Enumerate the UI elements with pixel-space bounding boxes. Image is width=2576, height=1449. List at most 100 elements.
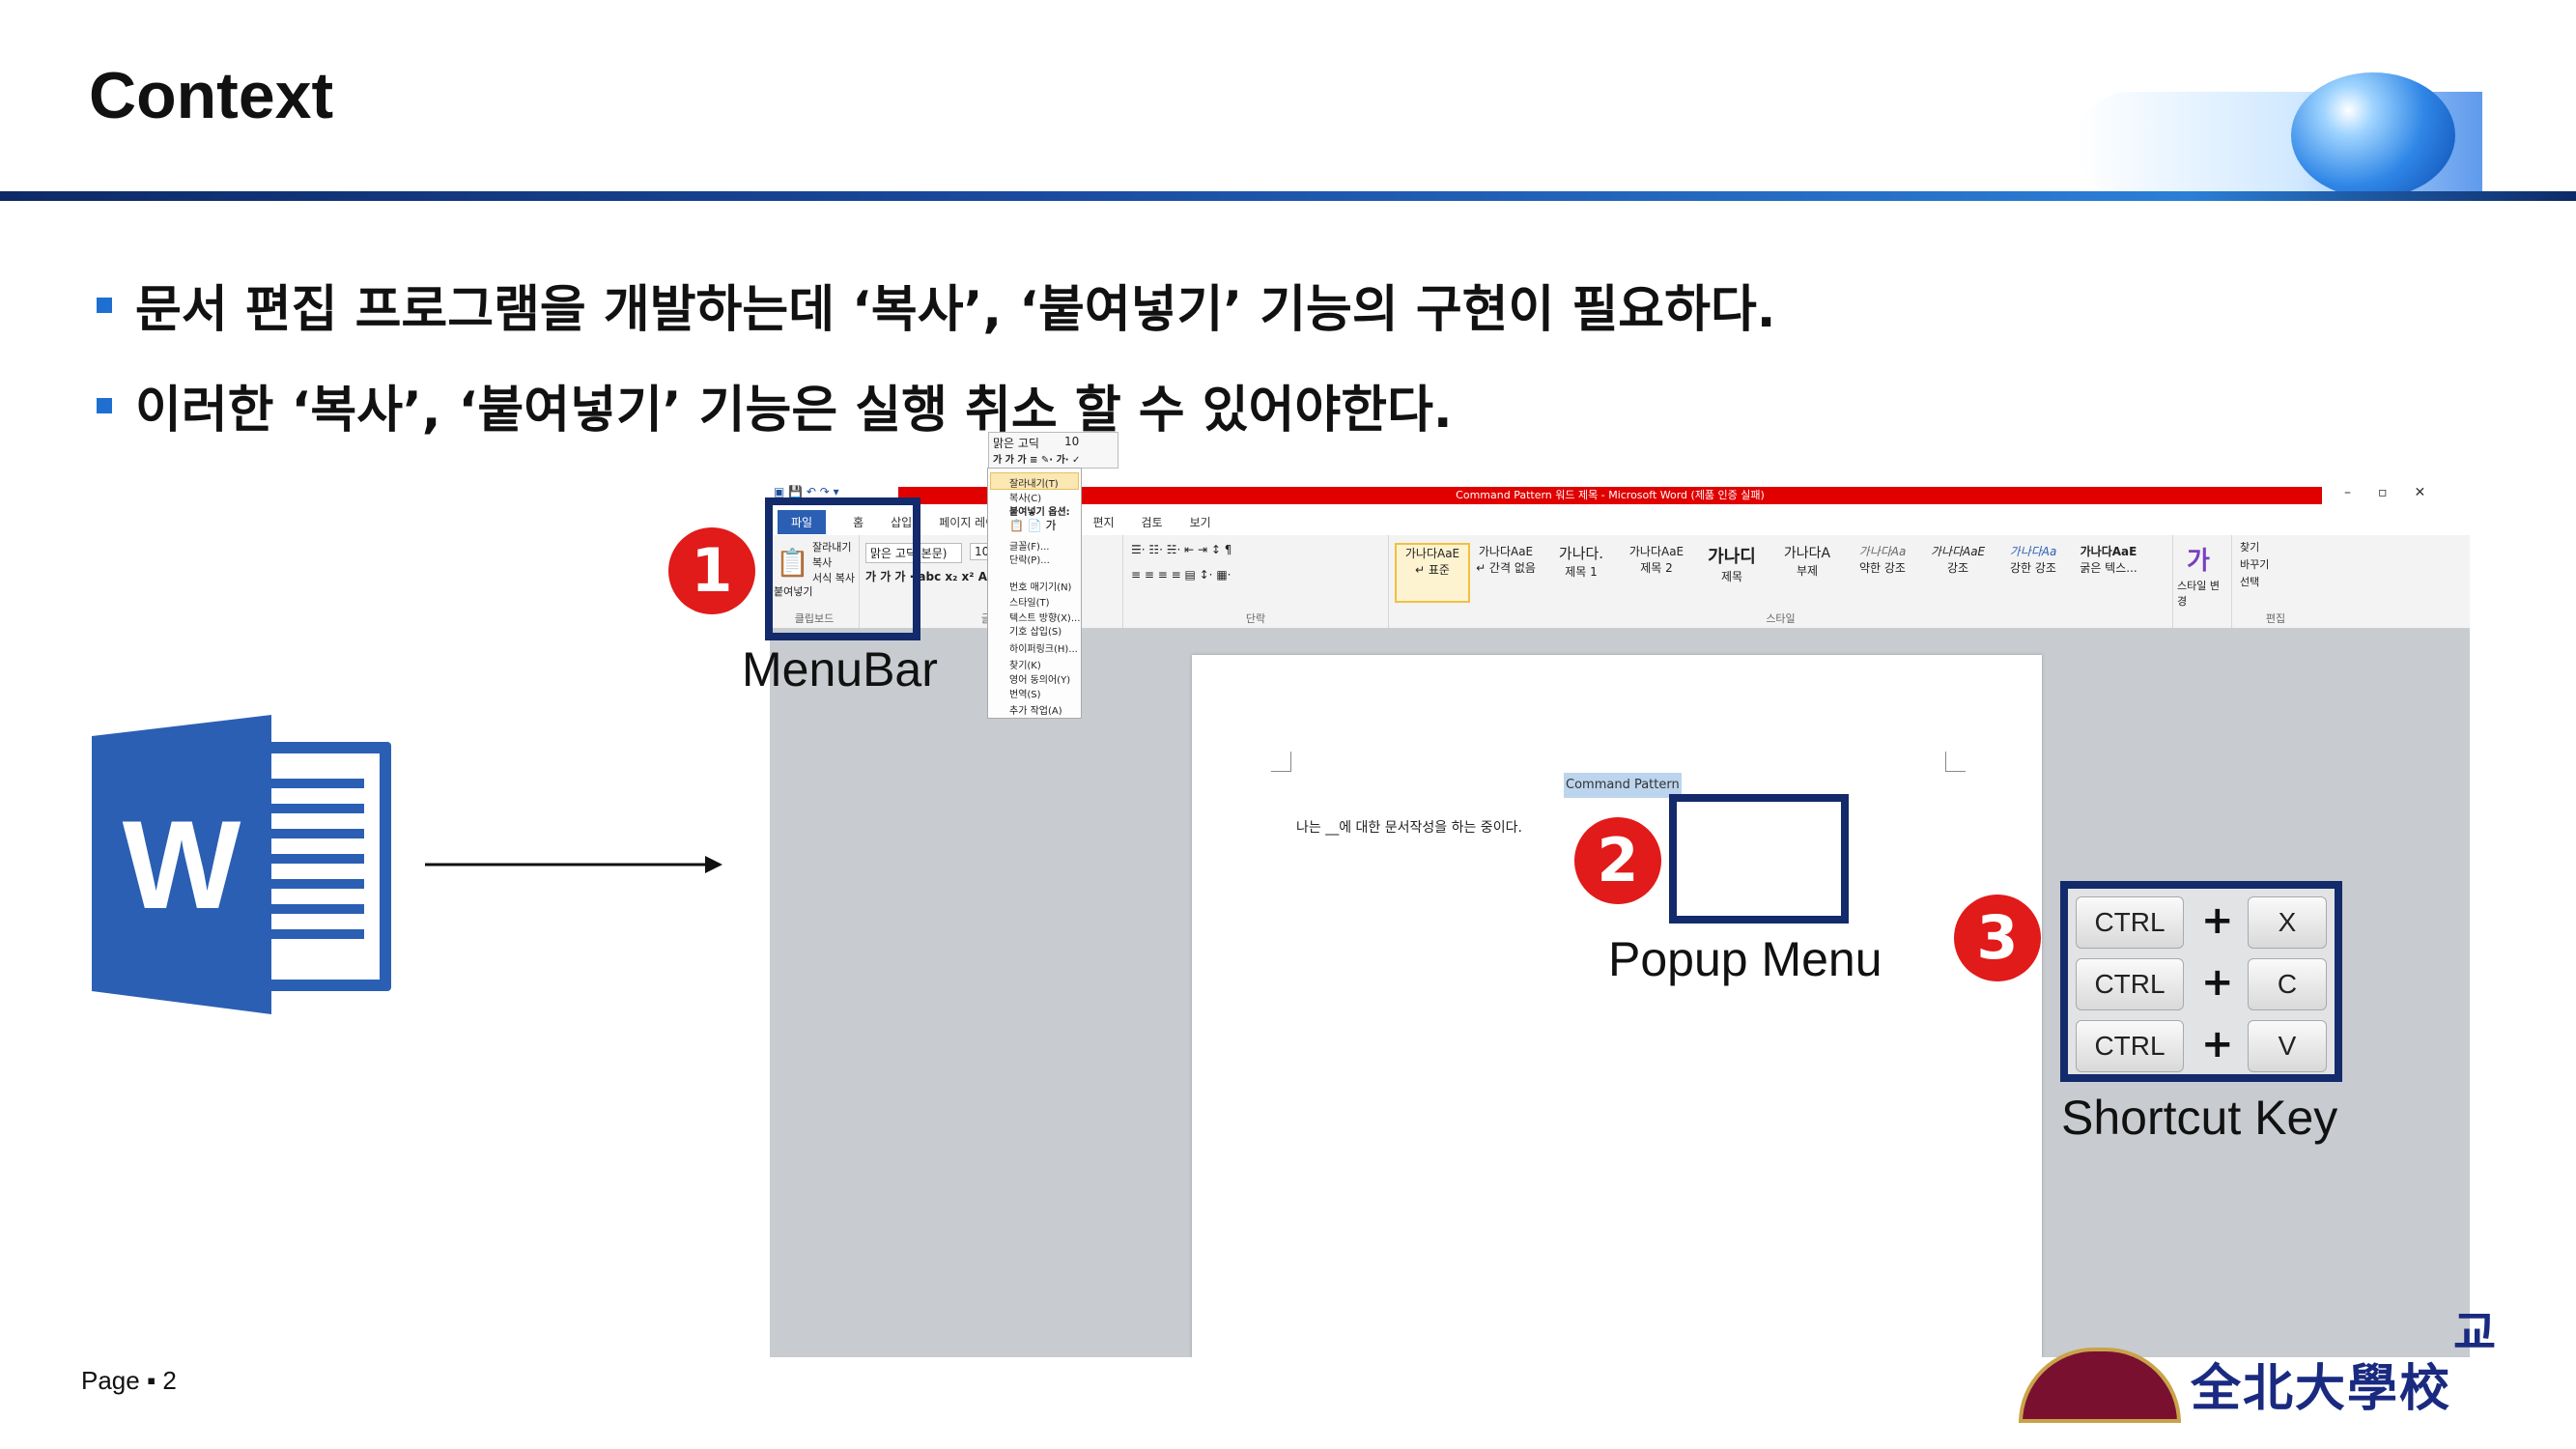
menu-item-paste-options: 붙여넣기 옵션: — [1009, 507, 1070, 518]
style-name: ↵ 간격 없음 — [1476, 561, 1536, 575]
margin-corner — [1945, 752, 1966, 772]
style-sample: 가나다A — [1783, 546, 1831, 561]
callout-label: Popup Menu — [1608, 932, 1882, 986]
arrow-icon — [425, 856, 722, 873]
style-normal[interactable]: 가나다AaE ↵ 표준 — [1395, 543, 1470, 603]
menu-item-font[interactable]: 글꼴(F)... — [1009, 538, 1050, 553]
style-sample: 가나다AaE — [1628, 545, 1684, 558]
bullet-item: 문서 편집 프로그램을 개발하는데 ‘복사’, ‘붙여넣기’ 기능의 구현이 필… — [97, 269, 1776, 341]
highlight-menubar — [765, 497, 920, 640]
editing-group: 찾기 바꾸기 선택 편집 — [2232, 535, 2319, 628]
style-heading-1[interactable]: 가나다. 제목 1 — [1545, 543, 1617, 599]
callout-label: Shortcut Key — [2061, 1091, 2338, 1145]
tab-view[interactable]: 보기 — [1190, 514, 1211, 530]
paragraph-group: ☰· ☷· ☵· ⇤ ⇥ ↕ ¶ ≡ ≡ ≡ ≡ ▤ ↕· ▦· 단락 — [1123, 535, 1389, 628]
menu-item-more-actions[interactable]: 추가 작업(A) — [1009, 702, 1062, 717]
style-intense-emphasis[interactable]: 가나다Aa 강한 강조 — [1997, 543, 2069, 599]
callout-number: 3 — [1954, 895, 2041, 981]
style-sample: 가나다AaE — [1478, 545, 1534, 558]
style-name: 제목 1 — [1565, 565, 1598, 579]
styles-group-label: 스타일 — [1766, 612, 1796, 625]
word-logo-icon: W — [92, 715, 391, 1014]
style-name: 강조 — [1946, 561, 1969, 575]
change-styles-button[interactable]: 스타일 변경 — [2177, 578, 2225, 609]
document-page[interactable]: Command Pattern 나는 __에 대한 문서작성을 하는 중이다. — [1192, 655, 2042, 1357]
find-button[interactable]: 찾기 — [2240, 539, 2259, 554]
university-name-partial: 교 — [2453, 1306, 2497, 1360]
style-title[interactable]: 가나디제목 — [1696, 543, 1768, 599]
university-name: 全北大學校 — [2191, 1359, 2452, 1418]
select-button[interactable]: 선택 — [2240, 574, 2259, 589]
paste-option-icons[interactable]: 📋 📄 가 — [1009, 517, 1057, 533]
mini-font-name[interactable]: 맑은 고딕 — [993, 435, 1039, 451]
university-seal-logo — [2019, 1348, 2181, 1423]
style-no-spacing[interactable]: 가나다AaE ↵ 간격 없음 — [1470, 543, 1542, 599]
bullet-text: 이러한 ‘복사’, ‘붙여넣기’ 기능은 실행 취소 할 수 있어야한다. — [135, 382, 1453, 440]
callout-number: 1 — [668, 527, 755, 614]
bullet-marker — [97, 397, 112, 413]
style-subtle-emphasis[interactable]: 가나다Aa 약한 강조 — [1847, 543, 1918, 599]
menu-item-numbering[interactable]: 번호 매기기(N) — [1009, 579, 1071, 593]
style-name: 강한 강조 — [2010, 561, 2056, 575]
paragraph-group-label: 단락 — [1245, 612, 1266, 625]
highlight-shortcut-key — [2060, 881, 2342, 1082]
header-rule — [0, 191, 2576, 201]
style-sample: 가나다AaE — [1404, 547, 1460, 560]
mini-font-size[interactable]: 10 — [1064, 435, 1079, 448]
menu-item-insert-symbol[interactable]: 기호 삽입(S) — [1009, 623, 1062, 638]
style-subtitle[interactable]: 가나다A 부제 — [1771, 543, 1843, 599]
menu-item-styles[interactable]: 스타일(T) — [1009, 594, 1050, 609]
style-strong[interactable]: 가나다AaE 굵은 텍스... — [2073, 543, 2144, 599]
style-name: 제목 2 — [1640, 561, 1673, 575]
style-sample: 가나다AaE — [1930, 545, 1986, 558]
document-text[interactable]: 나는 __에 대한 문서작성을 하는 중이다. — [1296, 817, 1522, 837]
style-sample: 가나다Aa — [1858, 545, 1907, 558]
callout-label: MenuBar — [742, 642, 938, 696]
tab-mailings[interactable]: 편지 — [1092, 514, 1114, 530]
svg-text:W: W — [123, 794, 241, 935]
change-styles-group: 가 스타일 변경 — [2173, 535, 2232, 628]
highlight-popup-menu — [1669, 794, 1849, 923]
menu-item-paragraph[interactable]: 단락(P)... — [1009, 552, 1050, 566]
window-controls[interactable]: –▫✕ — [2344, 485, 2452, 500]
slide-title: Context — [89, 59, 334, 132]
context-menu: 잘라내기(T) 복사(C) 붙여넣기 옵션: 📋 📄 가 글꼴(F)... 단락… — [987, 468, 1082, 719]
menu-item-find[interactable]: 찾기(K) — [1009, 657, 1041, 671]
margin-corner — [1271, 752, 1291, 772]
style-emphasis[interactable]: 가나다AaE 강조 — [1922, 543, 1994, 599]
editing-group-label: 편집 — [2265, 612, 2286, 625]
mini-toolbar: 맑은 고딕 10 가 가 가 ≡ ✎· 가· ✓ — [988, 432, 1118, 469]
replace-button[interactable]: 바꾸기 — [2240, 556, 2269, 572]
style-name: 약한 강조 — [1859, 561, 1906, 575]
style-sample: 가나다AaE — [2080, 545, 2137, 558]
style-name: ↵ 표준 — [1415, 563, 1450, 577]
quick-access-toolbar[interactable]: ▣ 💾 ↶ ↷ ▾ — [774, 485, 839, 498]
decorative-orb — [2291, 72, 2455, 198]
menu-item-copy[interactable]: 복사(C) — [1009, 490, 1041, 504]
change-styles-icon[interactable]: 가 — [2187, 541, 2210, 577]
menu-item-cut[interactable]: 잘라내기(T) — [1009, 475, 1059, 490]
style-sample: 가나다Aa — [2009, 545, 2057, 558]
callout-number: 2 — [1574, 817, 1661, 904]
list-buttons[interactable]: ☰· ☷· ☵· ⇤ ⇥ ↕ ¶ — [1131, 543, 1231, 556]
menu-item-synonyms[interactable]: 영어 동의어(Y) — [1009, 671, 1070, 686]
bullet-item: 이러한 ‘복사’, ‘붙여넣기’ 기능은 실행 취소 할 수 있어야한다. — [97, 369, 1453, 441]
menu-item-hyperlink[interactable]: 하이퍼링크(H)... — [1009, 640, 1078, 655]
style-name: 굵은 텍스... — [2080, 561, 2137, 575]
bullet-marker — [97, 297, 112, 313]
styles-group: 가나다AaE ↵ 표준 가나다AaE ↵ 간격 없음 가나다. 제목 1 가나다AaE… — [1389, 535, 2173, 628]
menu-item-text-direction[interactable]: 텍스트 방향(X)... — [1009, 610, 1080, 624]
page-number: Page ▪ 2 — [81, 1366, 177, 1395]
word-window-title: Command Pattern 워드 제목 - Microsoft Word (… — [898, 487, 2322, 504]
style-heading-2[interactable]: 가나다AaE 제목 2 — [1621, 543, 1692, 599]
style-sample: 가나다. — [1558, 545, 1604, 562]
bullet-text: 문서 편집 프로그램을 개발하는데 ‘복사’, ‘붙여넣기’ 기능의 구현이 필… — [135, 281, 1776, 339]
selected-text[interactable]: Command Pattern — [1564, 773, 1682, 798]
style-name: 부제 — [1796, 564, 1819, 578]
style-name: 제목 — [1720, 570, 1743, 583]
style-sample: 가나디 — [1708, 547, 1756, 567]
tab-review[interactable]: 검토 — [1142, 514, 1163, 530]
mini-format-buttons[interactable]: 가 가 가 ≡ ✎· 가· ✓ — [993, 451, 1080, 466]
menu-item-translate[interactable]: 번역(S) — [1009, 686, 1041, 700]
align-buttons[interactable]: ≡ ≡ ≡ ≡ ▤ ↕· ▦· — [1131, 568, 1231, 582]
